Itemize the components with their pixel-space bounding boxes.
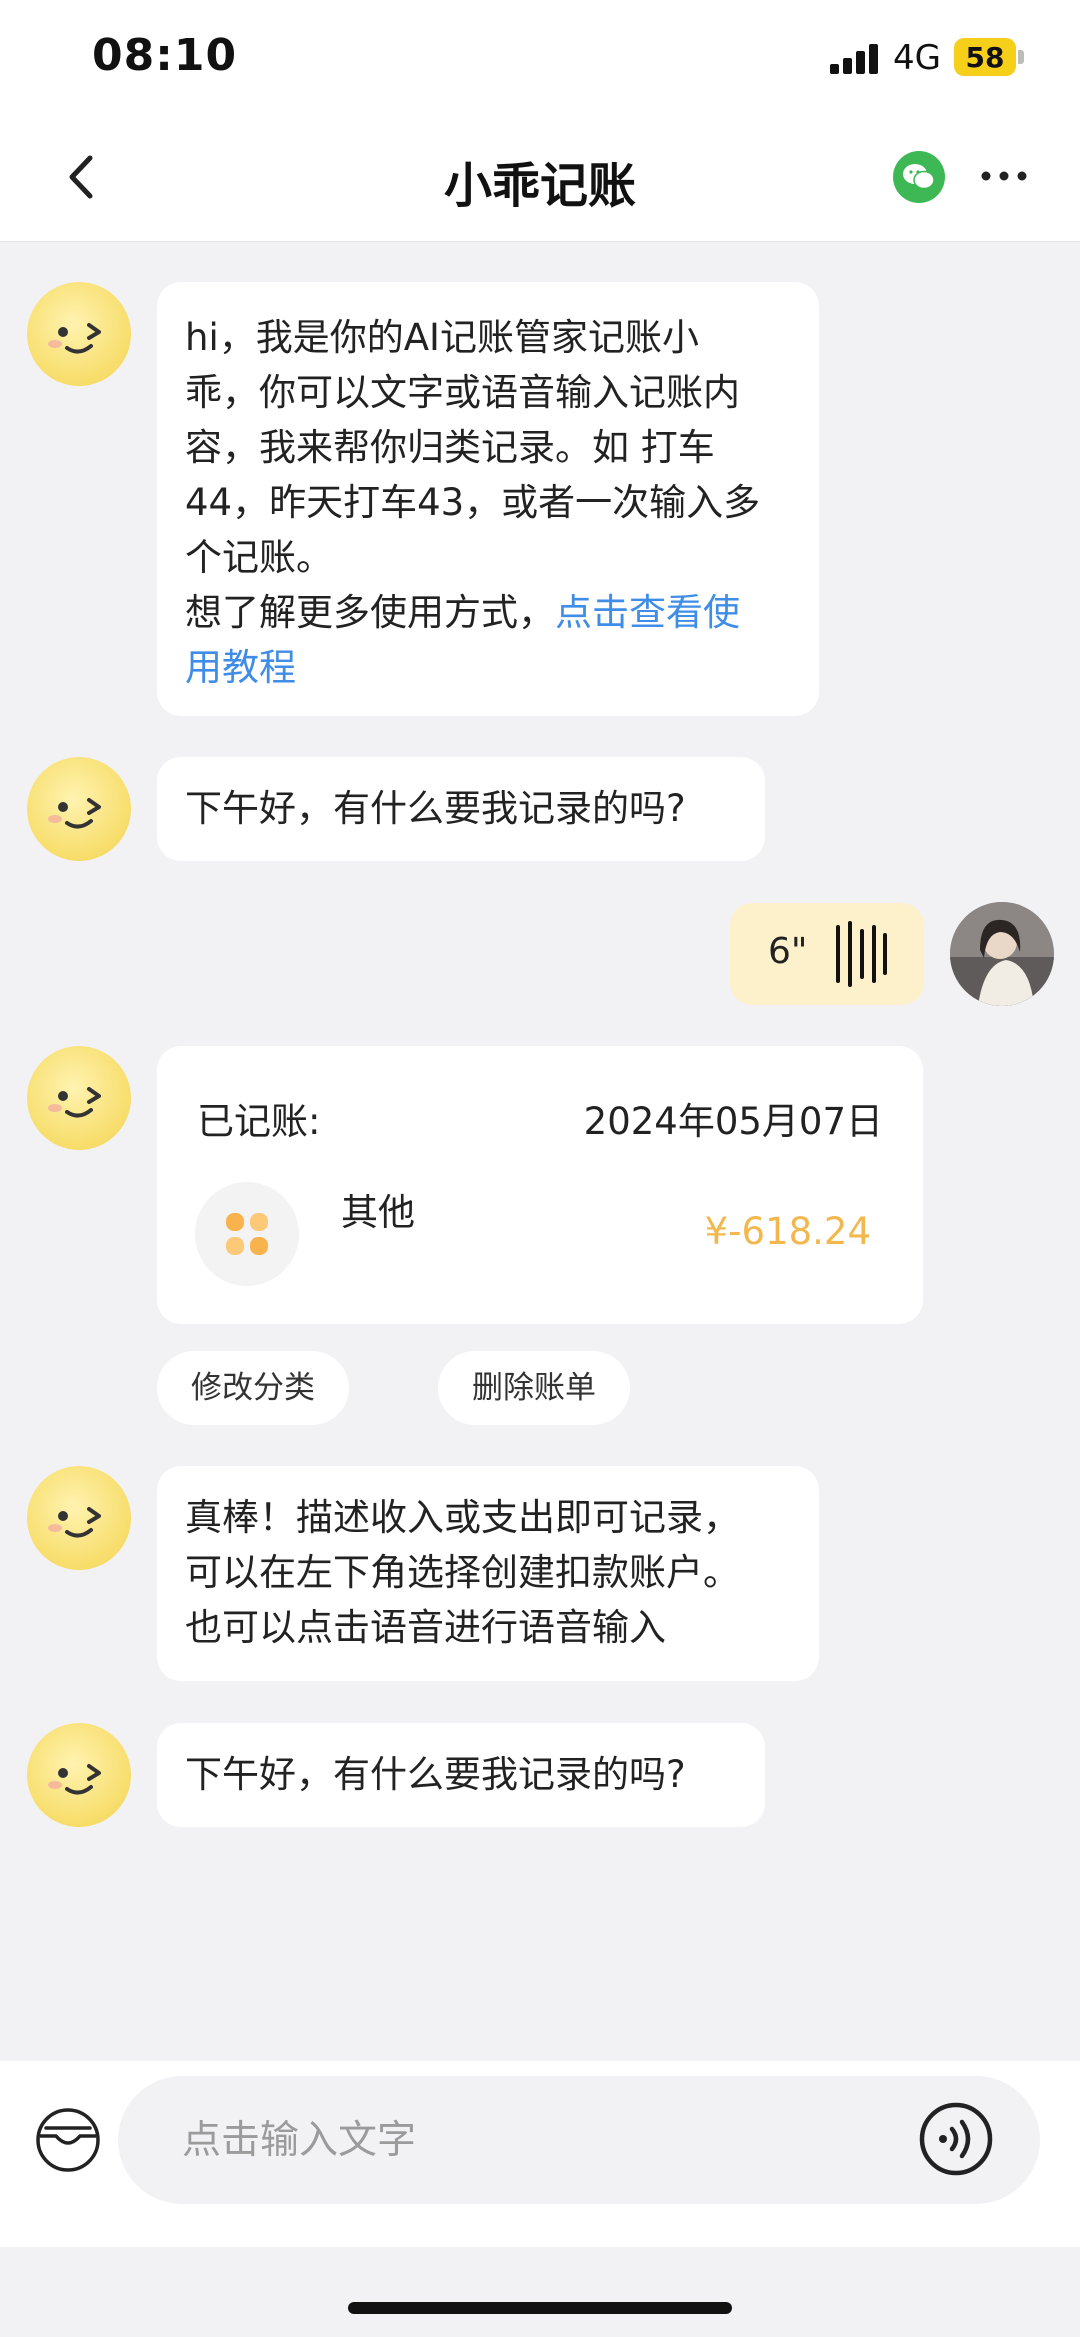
wink-face-icon [48, 1764, 101, 1795]
wink-face-icon [48, 323, 101, 354]
wink-face-icon [48, 1087, 101, 1118]
app-screen: 08:10 4G 58 小乖记账 hi，我是你的AI记账管家记账小 乖，你可以文… [0, 0, 1080, 2337]
wink-face-icon [48, 1507, 101, 1538]
bot-avatar [27, 757, 131, 861]
category-other-icon [195, 1182, 299, 1286]
greeting-message-2: 下午好，有什么要我记录的吗? [157, 1723, 765, 1827]
intro-message: hi，我是你的AI记账管家记账小 乖，你可以文字或语音输入记账内 容，我来帮你归… [157, 282, 819, 716]
battery-cap [1018, 50, 1024, 64]
status-time: 08:10 [92, 30, 238, 81]
bot-avatar [27, 282, 131, 386]
wechat-glyph [903, 164, 935, 190]
signal-icon [830, 44, 878, 74]
wink-face-icon [48, 798, 101, 829]
text-input-container [118, 2076, 1040, 2204]
top-bar: 08:10 4G 58 小乖记账 [0, 0, 1080, 242]
intro-line: 44，昨天打车43，或者一次输入多 [185, 481, 761, 524]
intro-line: 乖，你可以文字或语音输入记账内 [185, 371, 740, 414]
bot-avatar [27, 1046, 131, 1150]
wechat-icon[interactable] [893, 151, 945, 203]
record-label: 已记账: [197, 1100, 321, 1143]
intro-more-text: 想了解更多使用方式， [185, 591, 555, 634]
greeting-message: 下午好，有什么要我记录的吗? [157, 757, 765, 861]
greeting-text: 下午好，有什么要我记录的吗? [185, 1753, 686, 1796]
record-card[interactable]: 已记账: 2024年05月07日 其他 ¥-618.24 [157, 1046, 923, 1324]
greeting-text: 下午好，有什么要我记录的吗? [185, 787, 686, 830]
text-input[interactable] [182, 2106, 882, 2174]
wallet-icon[interactable] [34, 2106, 102, 2174]
user-avatar[interactable] [950, 902, 1054, 1006]
voice-input-icon[interactable] [918, 2101, 994, 2177]
bot-avatar [27, 1723, 131, 1827]
bot-avatar [27, 1466, 131, 1570]
voice-wave-icon [836, 921, 887, 987]
intro-line: hi，我是你的AI记账管家记账小 [185, 316, 699, 359]
battery-icon: 58 [954, 38, 1024, 76]
intro-more-line: 想了解更多使用方式，点击查看使 [185, 585, 791, 640]
category-grid-glyph [226, 1213, 268, 1255]
record-date: 2024年05月07日 [583, 1100, 883, 1143]
more-icon[interactable] [980, 168, 1028, 184]
tip-line: 真棒！描述收入或支出即可记录， [185, 1496, 740, 1539]
intro-line: 容，我来帮你归类记录。如 打车 [185, 426, 715, 469]
tutorial-link[interactable]: 点击查看使 [555, 591, 740, 634]
tip-message: 真棒！描述收入或支出即可记录， 可以在左下角选择创建扣款账户。 也可以点击语音进… [157, 1466, 819, 1681]
user-photo [950, 902, 1054, 1006]
battery-level: 58 [954, 38, 1016, 76]
edit-category-button[interactable]: 修改分类 [157, 1351, 349, 1425]
delete-bill-button[interactable]: 删除账单 [438, 1351, 630, 1425]
voice-message[interactable]: 6" [730, 903, 924, 1005]
record-category: 其他 [341, 1191, 415, 1234]
network-label: 4G [893, 38, 941, 78]
voice-duration: 6" [768, 931, 808, 972]
tutorial-link-continued[interactable]: 用教程 [185, 646, 296, 689]
tip-line: 也可以点击语音进行语音输入 [185, 1606, 666, 1649]
intro-line: 个记账。 [185, 536, 333, 579]
record-amount: ¥-618.24 [704, 1210, 871, 1253]
home-indicator [348, 2302, 732, 2314]
tip-line: 可以在左下角选择创建扣款账户。 [185, 1551, 740, 1594]
